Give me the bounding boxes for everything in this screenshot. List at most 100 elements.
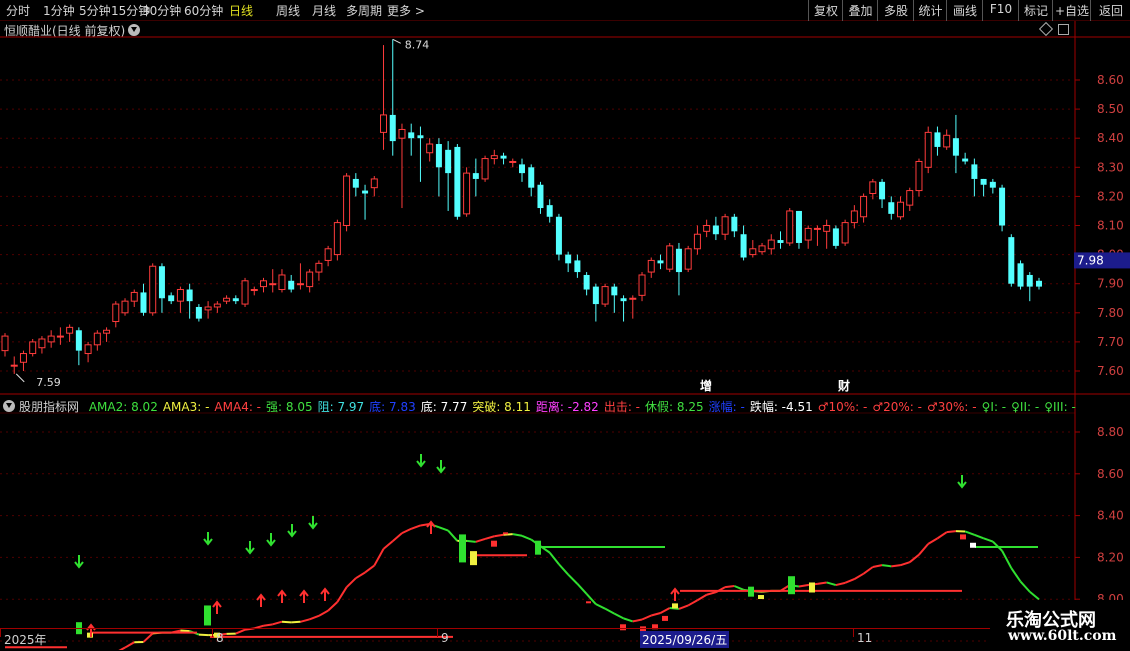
signal-block bbox=[662, 616, 668, 621]
legend-item: 底: 7.83 bbox=[369, 400, 416, 414]
date-label: 9 bbox=[441, 631, 449, 645]
candle-body bbox=[842, 223, 848, 243]
candle-body bbox=[104, 330, 110, 333]
signal-block bbox=[535, 541, 541, 555]
candle-body bbox=[57, 336, 63, 337]
candle-body bbox=[824, 226, 830, 232]
ama-line bbox=[568, 575, 577, 584]
signal-block bbox=[788, 576, 795, 594]
signal-block bbox=[960, 534, 966, 539]
candle-body bbox=[787, 211, 793, 243]
ama-line bbox=[642, 615, 651, 619]
candle-body bbox=[888, 202, 894, 214]
candle-body bbox=[722, 217, 728, 234]
legend-item: 底: 7.77 bbox=[421, 400, 468, 414]
candle-body bbox=[48, 336, 54, 342]
legend-item: AMA3: - bbox=[163, 400, 210, 414]
ama-line bbox=[494, 535, 503, 537]
signal-block bbox=[809, 582, 815, 592]
sell-arrow bbox=[204, 532, 212, 544]
ama-line bbox=[1011, 568, 1020, 582]
ama-line bbox=[411, 525, 420, 528]
legend-item: 距离: -2.82 bbox=[536, 400, 599, 414]
legend-item: 出击: - bbox=[604, 400, 640, 414]
candle-body bbox=[288, 281, 294, 290]
sell-arrow bbox=[288, 524, 296, 536]
candle-body bbox=[2, 336, 8, 351]
candle-body bbox=[159, 266, 165, 298]
candle-body bbox=[602, 287, 608, 304]
indicator-options-button[interactable] bbox=[3, 400, 15, 412]
candle-body bbox=[879, 182, 885, 199]
price-label: 7.80 bbox=[1097, 306, 1124, 320]
ama-line bbox=[513, 534, 522, 536]
candle-body bbox=[934, 132, 940, 147]
candle-body bbox=[925, 132, 931, 167]
candle-body bbox=[1018, 263, 1024, 286]
signal-block bbox=[459, 534, 466, 562]
candle-body bbox=[962, 159, 968, 162]
candle-body bbox=[242, 281, 248, 304]
candle-body bbox=[574, 260, 580, 272]
candle-body bbox=[713, 226, 719, 235]
candle-body bbox=[233, 298, 239, 301]
ama-line bbox=[688, 600, 697, 605]
candle-body bbox=[205, 307, 211, 310]
candlestick-chart[interactable]: 8.608.508.408.308.208.108.007.907.807.70… bbox=[0, 0, 1130, 650]
candle-body bbox=[436, 144, 442, 167]
date-tick bbox=[212, 629, 213, 637]
candle-body bbox=[417, 135, 423, 138]
candle-body bbox=[547, 205, 553, 217]
ama-line bbox=[402, 529, 411, 533]
candle-body bbox=[861, 196, 867, 216]
date-label: 2025年 bbox=[4, 631, 47, 648]
candle-body bbox=[297, 284, 303, 285]
candle-body bbox=[981, 179, 987, 185]
ama-line bbox=[901, 562, 910, 565]
candle-body bbox=[611, 287, 617, 296]
candle-body bbox=[334, 223, 340, 255]
candle-body bbox=[1008, 237, 1014, 284]
candle-layer bbox=[2, 39, 1042, 374]
ama-line bbox=[873, 565, 882, 567]
candle-body bbox=[307, 272, 313, 287]
legend-item: 休假: 8.25 bbox=[645, 400, 704, 414]
candle-body bbox=[630, 298, 636, 299]
ama-line bbox=[614, 614, 623, 619]
candle-body bbox=[833, 228, 839, 245]
event-marker: 增 bbox=[700, 378, 712, 393]
ama-line bbox=[864, 567, 873, 574]
ama-line bbox=[384, 541, 393, 549]
price-label: 8.50 bbox=[1097, 102, 1124, 116]
ama-line bbox=[947, 531, 956, 532]
legend-item: 阻: 7.97 bbox=[318, 400, 365, 414]
ama-line bbox=[707, 592, 716, 595]
candle-body bbox=[556, 217, 562, 255]
candle-body bbox=[796, 211, 802, 243]
candle-body bbox=[491, 156, 497, 159]
axis-layer: 8.608.508.408.308.208.108.007.907.807.70… bbox=[16, 38, 1130, 648]
high-pointer bbox=[393, 39, 401, 43]
candle-body bbox=[593, 287, 599, 304]
candle-body bbox=[778, 240, 784, 243]
candle-body bbox=[316, 263, 322, 272]
ama-line bbox=[485, 536, 494, 539]
candle-body bbox=[454, 147, 460, 217]
price-label: 8.10 bbox=[1097, 219, 1124, 233]
candle-body bbox=[224, 298, 230, 301]
low-pointer bbox=[16, 374, 24, 382]
legend-item: AMA2: 8.02 bbox=[89, 400, 158, 414]
ama-line bbox=[1002, 551, 1011, 568]
ama-line bbox=[273, 622, 282, 625]
candle-body bbox=[464, 173, 470, 214]
indicator-price-label: 8.80 bbox=[1097, 425, 1124, 439]
date-tick bbox=[437, 629, 438, 637]
ama-line bbox=[1021, 582, 1030, 592]
legend-item: ♀I: - bbox=[982, 400, 1007, 414]
candle-body bbox=[990, 182, 996, 188]
ama-line bbox=[891, 565, 900, 566]
sell-arrow bbox=[958, 475, 966, 487]
candle-body bbox=[870, 182, 876, 194]
candle-body bbox=[325, 249, 331, 261]
ama-line bbox=[882, 565, 891, 566]
